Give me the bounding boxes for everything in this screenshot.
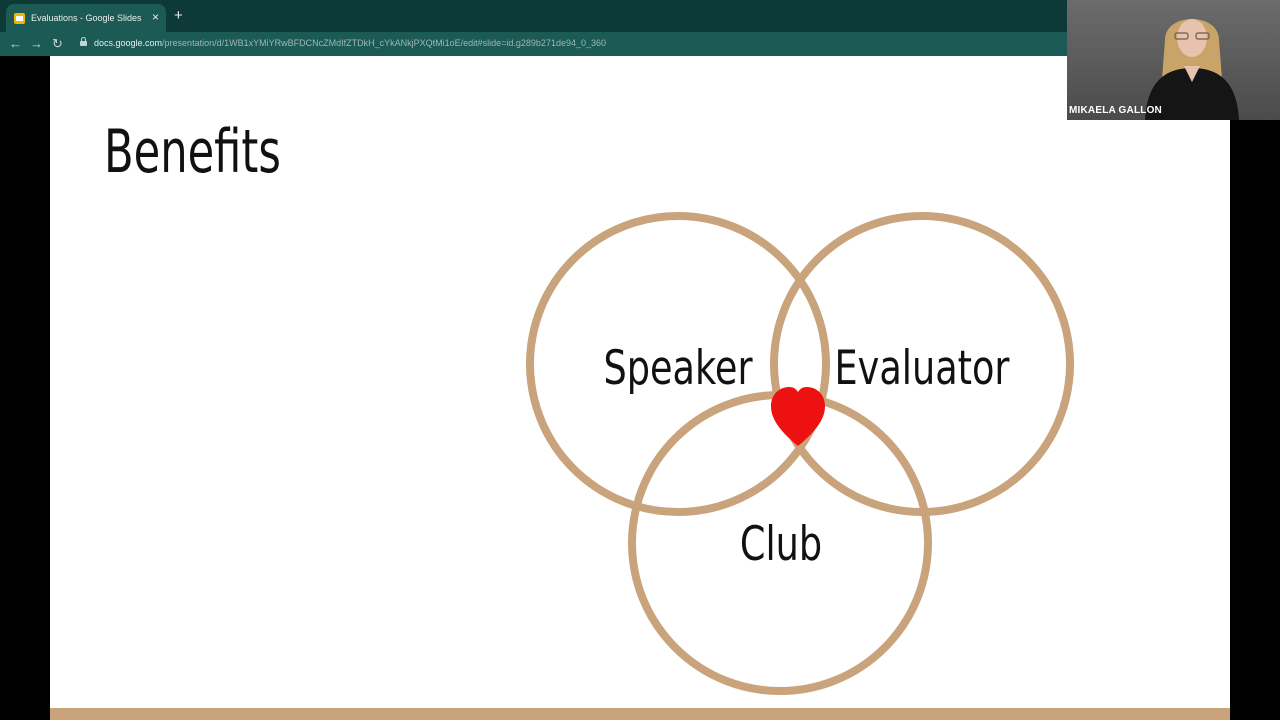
heart-icon	[771, 387, 825, 446]
close-tab-icon[interactable]: ×	[152, 10, 159, 24]
tab-bar: Evaluations - Google Slides × +	[0, 0, 1067, 32]
url-domain: docs.google.com	[94, 38, 163, 48]
slide-canvas: Benefits Speaker Evaluator Club	[50, 56, 1230, 720]
browser-tab[interactable]: Evaluations - Google Slides ×	[6, 4, 166, 32]
back-icon[interactable]: ←	[9, 35, 22, 53]
forward-icon[interactable]: →	[30, 35, 43, 53]
venn-label-evaluator: Evaluator	[835, 341, 1011, 396]
url-path: /presentation/d/1WB1xYMiYRwBFDCNcZMdIfZT…	[162, 38, 607, 48]
slide-accent-bar	[50, 708, 1230, 720]
presenter-avatar	[1145, 19, 1239, 120]
reload-icon[interactable]: ↻	[52, 35, 63, 53]
new-tab-button[interactable]: +	[174, 7, 183, 25]
venn-label-speaker: Speaker	[603, 341, 753, 396]
tab-title: Evaluations - Google Slides	[31, 13, 142, 23]
venn-label-club: Club	[740, 517, 822, 572]
slides-favicon-icon	[14, 12, 25, 24]
webcam-name-label: MIKAELA GALLON	[1069, 105, 1162, 116]
lock-icon	[80, 37, 87, 46]
browser-toolbar: ← → ↻ docs.google.com/presentation/d/1WB…	[0, 32, 1067, 56]
venn-diagram: Speaker Evaluator Club	[526, 212, 1074, 695]
webcam-feed: MIKAELA GALLON	[1067, 0, 1280, 120]
address-bar[interactable]: docs.google.com/presentation/d/1WB1xYMiY…	[94, 37, 606, 49]
